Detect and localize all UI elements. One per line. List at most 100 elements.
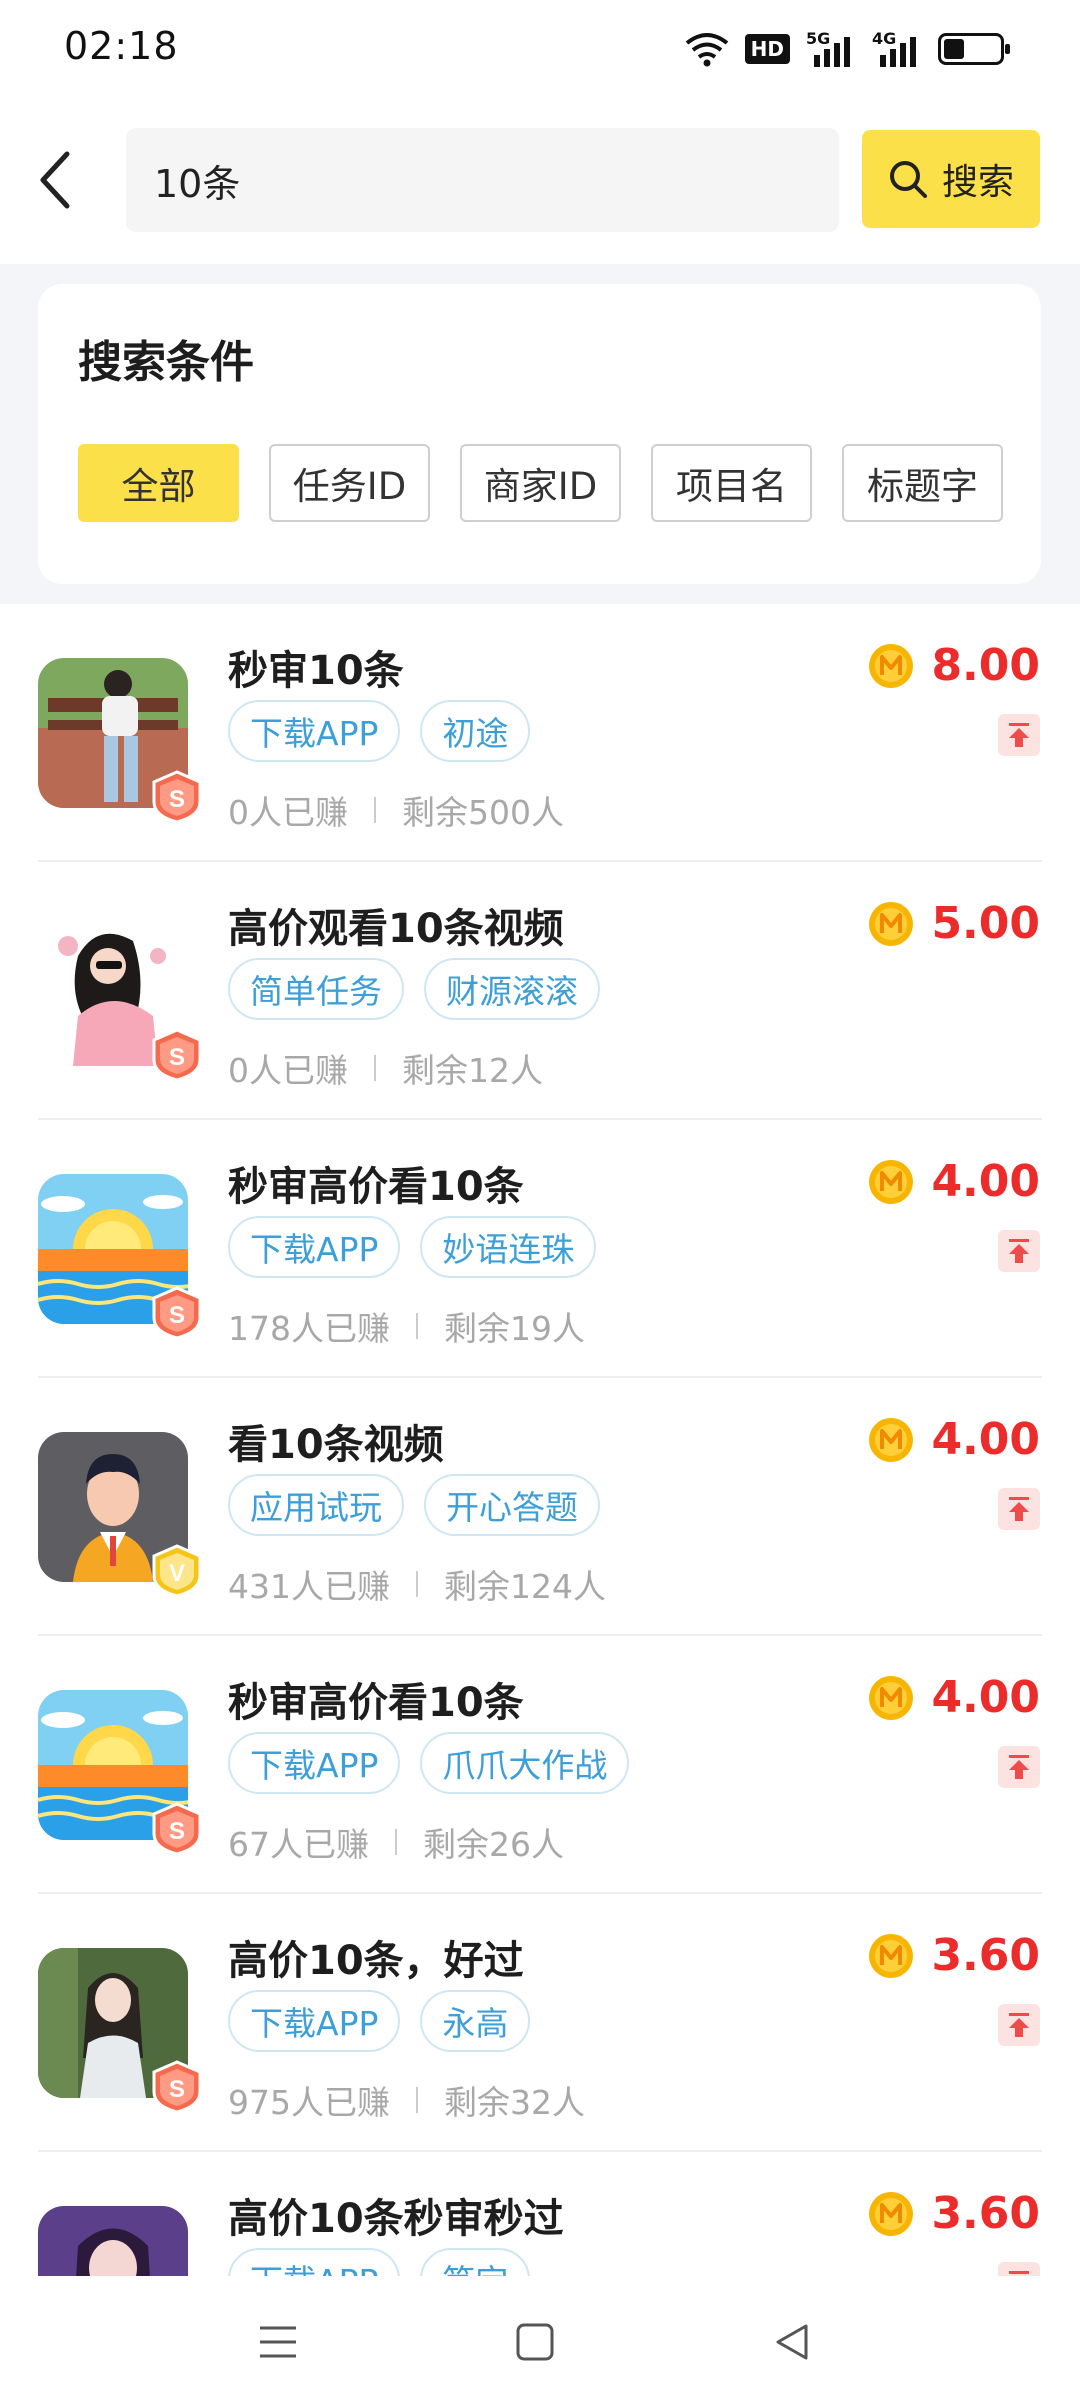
level-badge-icon: V	[152, 1544, 202, 1598]
reward-amount: 4.00	[931, 1414, 1040, 1465]
task-tags: 应用试玩 开心答题	[228, 1474, 600, 1536]
reward-amount: 8.00	[931, 640, 1040, 691]
task-tag: 爪爪大作战	[420, 1732, 630, 1794]
coin-icon	[869, 901, 914, 946]
pin-top-icon[interactable]	[998, 714, 1040, 756]
task-row[interactable]: S 秒审10条 下载APP 初途 0人已赚 剩余500人 8.00	[0, 604, 1080, 862]
task-row[interactable]: V 看10条视频应用试玩 开心答题 431人已赚 剩余124人 4.00	[0, 1378, 1080, 1636]
search-query: 10条	[154, 161, 241, 206]
earned-count: 431人已赚	[228, 1567, 390, 1606]
pin-top-icon[interactable]	[998, 2004, 1040, 2046]
task-reward: 3.60	[867, 1930, 1040, 1981]
back-button[interactable]	[20, 140, 90, 220]
status-time: 02:18	[64, 24, 179, 68]
coin-icon	[869, 1159, 914, 1204]
pin-top-icon[interactable]	[998, 1746, 1040, 1788]
remaining-count: 剩余26人	[423, 1825, 564, 1864]
arrow-up-icon	[1009, 1755, 1029, 1779]
level-badge-icon: S	[152, 2060, 202, 2114]
task-thumbnail	[38, 2206, 188, 2276]
task-reward: 4.00	[867, 1156, 1040, 1207]
stat-divider	[395, 1829, 397, 1855]
task-tag: 下载APP	[228, 2248, 401, 2276]
arrow-up-icon	[1009, 2013, 1029, 2037]
filter-chips: 全部 任务ID 商家ID 项目名 标题字	[78, 444, 1003, 522]
task-stats: 178人已赚 剩余19人	[228, 1302, 585, 1350]
task-stats: 431人已赚 剩余124人	[228, 1560, 606, 1608]
arrow-up-icon	[1009, 1239, 1029, 1263]
net1-label: 5G	[806, 29, 831, 48]
svg-text:V: V	[169, 1560, 185, 1587]
task-tags: 下载APP 初途	[228, 700, 531, 762]
task-row[interactable]: S 高价观看10条视频 简单任务 财源滚滚 0人已赚 剩余12人 5.00	[0, 862, 1080, 1120]
earned-count: 975人已赚	[228, 2083, 390, 2122]
coin-icon	[869, 1933, 914, 1978]
back-nav-button[interactable]	[762, 2312, 822, 2372]
stat-divider	[416, 2087, 418, 2113]
battery-icon	[938, 33, 1010, 65]
remaining-count: 剩余124人	[444, 1567, 606, 1606]
thumb-image	[38, 2206, 188, 2276]
search-button[interactable]: 搜索	[862, 130, 1040, 228]
task-reward: 3.60	[867, 2188, 1040, 2239]
arrow-up-icon	[1009, 723, 1029, 747]
svg-text:S: S	[169, 1302, 185, 1329]
task-title: 高价10条，好过	[228, 1938, 524, 1984]
task-title: 秒审10条	[228, 648, 404, 694]
search-input[interactable]: 10条	[126, 128, 839, 232]
task-reward: 8.00	[867, 640, 1040, 691]
stat-divider	[374, 797, 376, 823]
filter-chip-task-id[interactable]: 任务ID	[269, 444, 430, 522]
task-tag: 简单任务	[228, 958, 404, 1020]
filter-chip-all[interactable]: 全部	[78, 444, 239, 522]
task-tags: 下载APP 妙语连珠	[228, 1216, 597, 1278]
task-tags: 下载APP 爪爪大作战	[228, 1732, 630, 1794]
task-tag: 下载APP	[228, 1732, 401, 1794]
task-row[interactable]: S 高价10条，好过下载APP 永高 975人已赚 剩余32人 3.60	[0, 1894, 1080, 2152]
filter-chip-merchant-id[interactable]: 商家ID	[460, 444, 621, 522]
task-tag: 下载APP	[228, 700, 401, 762]
4g-signal-icon: 4G	[872, 29, 922, 69]
task-stats: 975人已赚 剩余32人	[228, 2076, 585, 2124]
task-tag: 永高	[420, 1990, 531, 2052]
earned-count: 0人已赚	[228, 1051, 348, 1090]
earned-count: 67人已赚	[228, 1825, 369, 1864]
task-reward: 4.00	[867, 1672, 1040, 1723]
reward-amount: 4.00	[931, 1672, 1040, 1723]
reward-amount: 4.00	[931, 1156, 1040, 1207]
task-title: 看10条视频	[228, 1422, 444, 1468]
task-row[interactable]: 高价10条秒审秒过下载APP 笃定 3.60	[0, 2152, 1080, 2276]
task-tag: 笃定	[420, 2248, 531, 2276]
level-badge-icon: S	[152, 1286, 202, 1340]
task-reward: 4.00	[867, 1414, 1040, 1465]
arrow-up-icon	[1009, 1497, 1029, 1521]
svg-text:S: S	[169, 2076, 185, 2103]
menu-button[interactable]	[248, 2312, 308, 2372]
search-button-label: 搜索	[941, 162, 1014, 203]
task-row[interactable]: S 秒审高价看10条 下载APP 爪爪大作战 67人已赚 剩余26人 4.00	[0, 1636, 1080, 1894]
task-tag: 应用试玩	[228, 1474, 404, 1536]
task-tags: 下载APP 永高	[228, 1990, 531, 2052]
back-triangle-icon	[776, 2324, 808, 2360]
status-bar: 02:18 HD 5G 4G	[0, 0, 1080, 100]
pin-top-icon[interactable]	[998, 1230, 1040, 1272]
reward-amount: 5.00	[931, 898, 1040, 949]
home-button[interactable]	[505, 2312, 565, 2372]
reward-amount: 3.60	[931, 2188, 1040, 2239]
task-row[interactable]: S 秒审高价看10条 下载APP 妙语连珠 178人已赚 剩余19人 4.00	[0, 1120, 1080, 1378]
remaining-count: 剩余32人	[444, 2083, 585, 2122]
stat-divider	[416, 1313, 418, 1339]
task-tag: 妙语连珠	[420, 1216, 597, 1278]
svg-text:S: S	[169, 1818, 185, 1845]
remaining-count: 剩余500人	[402, 793, 564, 832]
filter-chip-title-keyword[interactable]: 标题字	[842, 444, 1003, 522]
filter-card: 搜索条件 全部 任务ID 商家ID 项目名 标题字	[38, 284, 1041, 584]
pin-top-icon[interactable]	[998, 1488, 1040, 1530]
task-stats: 0人已赚 剩余12人	[228, 1044, 543, 1092]
earned-count: 0人已赚	[228, 793, 348, 832]
coin-icon	[869, 1675, 914, 1720]
filter-chip-project-name[interactable]: 项目名	[651, 444, 812, 522]
coin-icon	[869, 643, 914, 688]
pin-top-icon[interactable]	[998, 2262, 1040, 2276]
remaining-count: 剩余19人	[444, 1309, 585, 1348]
